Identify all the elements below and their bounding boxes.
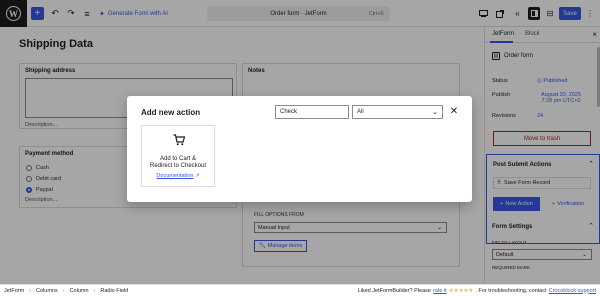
action-search-input[interactable]: Check bbox=[275, 105, 349, 119]
breadcrumb: JetForm › Columns › Column › Radio Field bbox=[4, 288, 128, 294]
add-new-action-modal: Add new action Check All ⌄ ✕ Add to Cart… bbox=[127, 96, 472, 202]
action-card-title: Add to Cart & Redirect to Checkout bbox=[144, 156, 212, 170]
action-card-title-line2: Redirect to Checkout bbox=[149, 163, 207, 169]
rate-it-link[interactable]: rate it bbox=[433, 288, 447, 294]
add-to-cart-action-card[interactable]: Add to Cart & Redirect to Checkout Docum… bbox=[141, 125, 215, 187]
documentation-label: Documentation bbox=[156, 173, 194, 179]
chevron-right-icon: › bbox=[62, 287, 65, 294]
external-link-icon: ↗ bbox=[194, 173, 200, 179]
modal-backdrop-sidebar[interactable] bbox=[484, 27, 600, 284]
rating-notice: Liked JetFormBuilder? Please rate it ★★★… bbox=[358, 288, 596, 294]
action-category-select[interactable]: All ⌄ bbox=[352, 105, 443, 119]
breadcrumb-item[interactable]: JetForm bbox=[4, 288, 24, 294]
cart-icon bbox=[173, 134, 185, 146]
modal-title: Add new action bbox=[141, 108, 201, 117]
search-value: Check bbox=[280, 109, 298, 115]
action-card-title-line1: Add to Cart & bbox=[159, 156, 197, 162]
crocoblock-support-link[interactable]: Crocoblock support bbox=[549, 288, 596, 294]
liked-text: Liked JetFormBuilder? Please bbox=[357, 287, 431, 294]
chevron-right-icon: › bbox=[29, 287, 32, 294]
breadcrumb-item[interactable]: Radio Field bbox=[100, 288, 128, 294]
documentation-link[interactable]: Documentation ↗ bbox=[142, 173, 214, 179]
rating-stars[interactable]: ★★★★★ bbox=[449, 288, 474, 294]
chevron-right-icon: › bbox=[93, 287, 96, 294]
category-value: All bbox=[357, 109, 364, 115]
breadcrumb-item[interactable]: Column bbox=[70, 288, 89, 294]
chevron-down-icon: ⌄ bbox=[432, 109, 438, 116]
breadcrumb-item[interactable]: Columns bbox=[36, 288, 58, 294]
modal-backdrop-toolbar[interactable] bbox=[0, 0, 600, 27]
status-footer: JetForm › Columns › Column › Radio Field… bbox=[0, 284, 600, 296]
close-icon[interactable]: ✕ bbox=[447, 104, 461, 118]
support-text: . For troubleshooting, contact bbox=[475, 287, 547, 294]
